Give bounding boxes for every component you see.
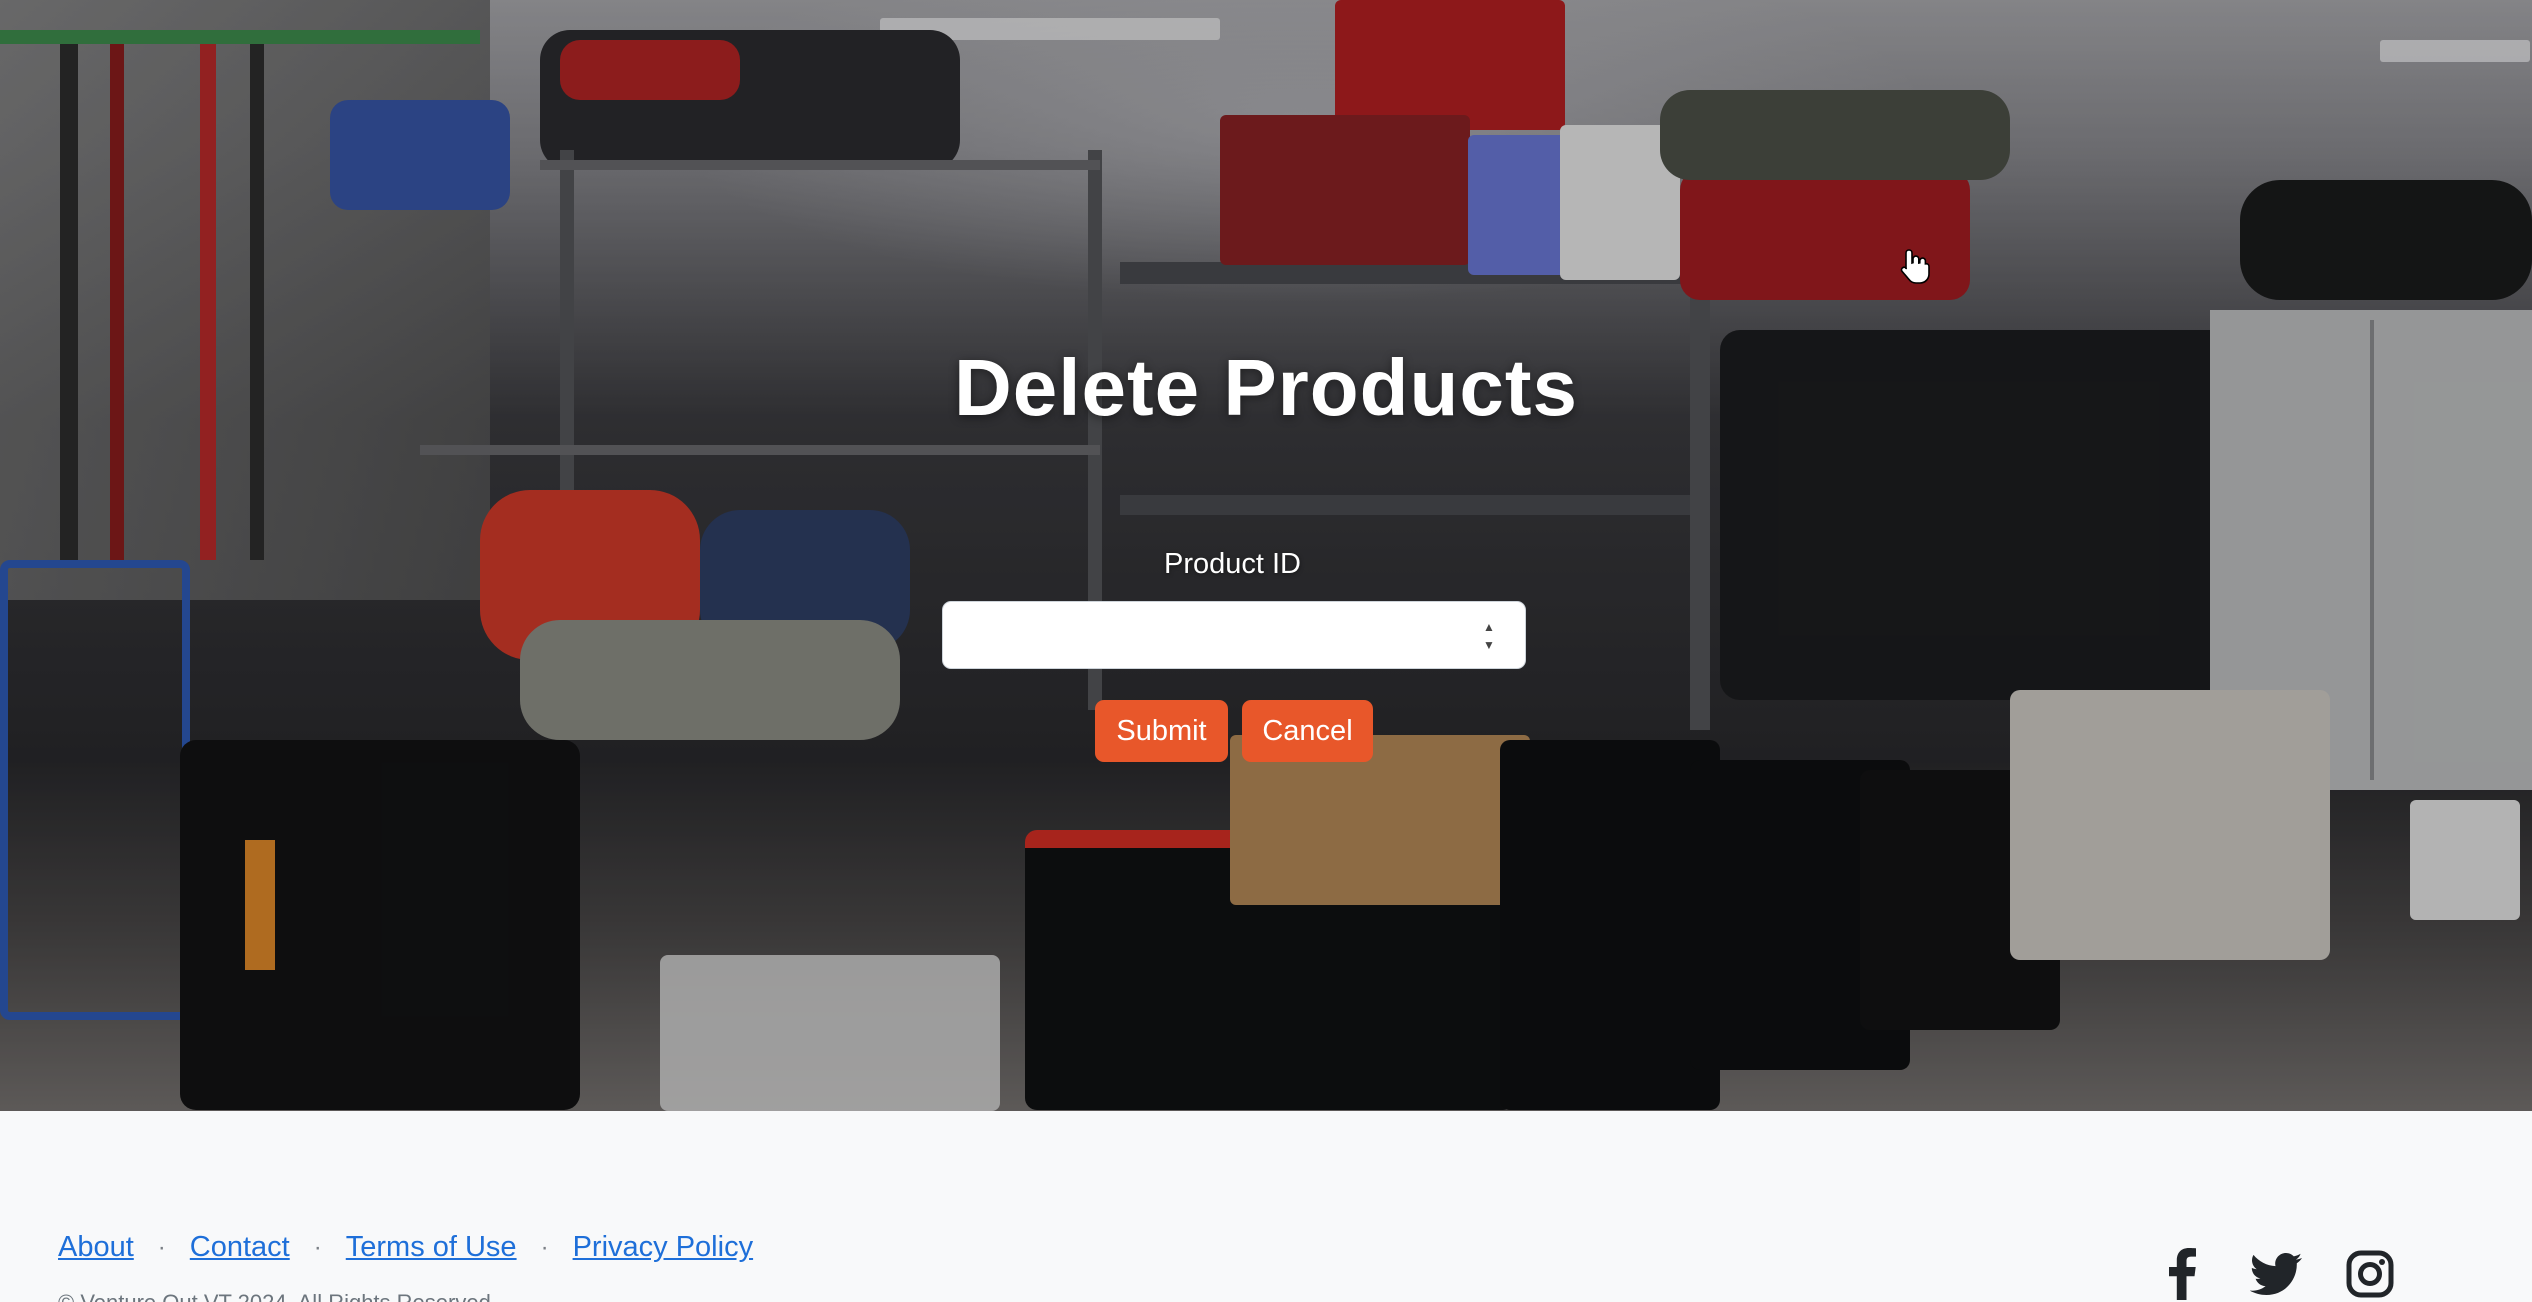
link-separator: ·	[157, 1233, 166, 1261]
twitter-icon[interactable]	[2249, 1247, 2303, 1301]
footer-link-contact[interactable]: Contact	[190, 1231, 290, 1264]
hand-cursor-icon	[1900, 249, 1930, 284]
footer-link-privacy[interactable]: Privacy Policy	[573, 1231, 754, 1264]
instagram-icon[interactable]	[2343, 1247, 2397, 1301]
number-spinner[interactable]: ▲ ▼	[1480, 621, 1498, 651]
footer-nav: About · Contact · Terms of Use · Privacy…	[58, 1231, 753, 1264]
spin-down-icon[interactable]: ▼	[1483, 639, 1495, 651]
link-separator: ·	[313, 1233, 322, 1261]
cancel-button[interactable]: Cancel	[1242, 700, 1373, 762]
product-id-input[interactable]	[942, 601, 1526, 669]
page-title: Delete Products	[953, 343, 1579, 432]
spin-up-icon[interactable]: ▲	[1483, 621, 1495, 633]
footer	[0, 1111, 2532, 1302]
link-separator: ·	[540, 1233, 549, 1261]
submit-button[interactable]: Submit	[1095, 700, 1228, 762]
product-id-label: Product ID	[1164, 548, 1301, 580]
copyright-text: © Venture Out VT 2024. All Rights Reserv…	[58, 1290, 497, 1302]
footer-link-about[interactable]: About	[58, 1231, 134, 1264]
footer-link-terms[interactable]: Terms of Use	[346, 1231, 517, 1264]
facebook-icon[interactable]	[2155, 1247, 2209, 1301]
